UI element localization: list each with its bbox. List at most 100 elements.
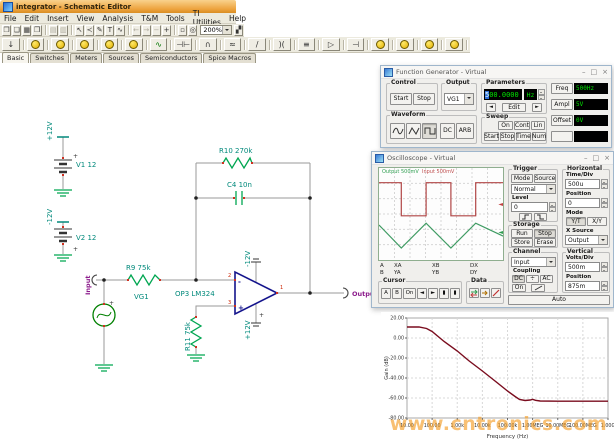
- label-c4[interactable]: C4 10n: [227, 181, 252, 189]
- oscilloscope-meter-button[interactable]: [445, 38, 463, 51]
- zoom-level-select[interactable]: 200%: [200, 25, 232, 35]
- tab-spice-macros[interactable]: Spice Macros: [203, 53, 256, 63]
- menu-insert[interactable]: Insert: [43, 14, 73, 23]
- transformer-button[interactable]: )(: [273, 38, 291, 51]
- fg-sweep-num-button[interactable]: Num: [532, 132, 546, 141]
- cursor-button-1[interactable]: B: [392, 288, 402, 299]
- close-icon[interactable]: ×: [604, 155, 610, 162]
- coupling-gnd-button[interactable]: ÷: [526, 275, 539, 283]
- menu-view[interactable]: View: [73, 14, 99, 23]
- data-clear-button[interactable]: [491, 288, 501, 298]
- chevron-down-icon[interactable]: [546, 185, 555, 193]
- fg-start-button[interactable]: Start: [390, 93, 412, 105]
- paste-button[interactable]: ▥: [59, 25, 68, 36]
- time-div-spinner[interactable]: [601, 179, 608, 189]
- fg-frequency-display[interactable]: 500.0000: [484, 89, 522, 100]
- resistor-r10[interactable]: [223, 158, 252, 168]
- wire-tool-button[interactable]: ∿: [115, 25, 124, 36]
- maximize-icon[interactable]: □: [591, 69, 598, 76]
- cursor-button-3[interactable]: ◄: [417, 288, 427, 299]
- fg-digit-left-button[interactable]: ◄: [486, 103, 496, 112]
- menu-edit[interactable]: Edit: [21, 14, 44, 23]
- voltage-generator-button[interactable]: [101, 38, 119, 51]
- tab-basic[interactable]: Basic: [2, 52, 29, 63]
- v-position-input[interactable]: 875m: [565, 281, 600, 291]
- tab-switches[interactable]: Switches: [30, 53, 69, 63]
- mode-yt-button[interactable]: Y/T: [566, 217, 586, 226]
- zoom-out-button[interactable]: −: [152, 25, 161, 36]
- label-r10[interactable]: R10 270k: [219, 147, 253, 155]
- open-folder-button[interactable]: ❒: [32, 25, 41, 36]
- relay-button[interactable]: ≡: [298, 38, 316, 51]
- capacitor-c4[interactable]: [236, 191, 242, 205]
- save-button[interactable]: ▦: [22, 25, 31, 36]
- data-copy-button[interactable]: [480, 288, 490, 298]
- h-position-spinner[interactable]: [601, 198, 608, 208]
- cursor-button-5[interactable]: ▮: [439, 288, 449, 299]
- resistor-r9[interactable]: [128, 275, 160, 285]
- fg-sweep-start-button[interactable]: Start: [484, 132, 499, 141]
- redo-button[interactable]: →: [142, 25, 151, 36]
- fg-edit-button[interactable]: Edit: [502, 103, 526, 112]
- fg-sweep-time-button[interactable]: Time: [516, 132, 531, 141]
- cursor-button-0[interactable]: A: [381, 288, 391, 299]
- battery-v1[interactable]: [54, 160, 72, 172]
- cursor-tool-button[interactable]: ↖: [75, 25, 84, 36]
- voltage-source-button[interactable]: [51, 38, 69, 51]
- auto-button[interactable]: Auto: [508, 295, 610, 305]
- battery-v2[interactable]: [54, 229, 72, 241]
- wattmeter-button[interactable]: [421, 38, 439, 51]
- resistor-r11[interactable]: [191, 317, 201, 347]
- fg-sweep-stop-button[interactable]: Stop: [500, 132, 515, 141]
- label-r9[interactable]: R9 75k: [126, 264, 151, 272]
- copy-button[interactable]: ▤: [49, 25, 58, 36]
- trigger-level-input[interactable]: 0: [511, 202, 548, 212]
- dc-button[interactable]: DC: [440, 123, 455, 139]
- trigger-mode-select[interactable]: Normal: [511, 184, 556, 194]
- opamp-button[interactable]: ▷: [322, 38, 340, 51]
- tab-sources[interactable]: Sources: [103, 53, 139, 63]
- coupling-ac-button[interactable]: AC: [540, 275, 553, 283]
- label-v2[interactable]: V2 12: [76, 234, 96, 242]
- time-div-input[interactable]: 500u: [565, 179, 600, 189]
- rising-edge-button[interactable]: [519, 213, 532, 221]
- volts-div-input[interactable]: 500m: [565, 262, 600, 272]
- label-r11[interactable]: R11 75k: [184, 321, 192, 351]
- cursor-button-2[interactable]: On: [403, 288, 416, 299]
- input-trace-marker[interactable]: ◄: [498, 202, 503, 208]
- io-view-button[interactable]: ▞: [234, 25, 243, 36]
- zoom-tool-button[interactable]: ◎: [188, 25, 197, 36]
- channel-on-button[interactable]: On: [512, 284, 526, 292]
- cursor-button-4[interactable]: ►: [428, 288, 438, 299]
- fg-readout-label-blank[interactable]: [551, 131, 573, 142]
- storage-store-button[interactable]: Store: [511, 238, 533, 247]
- fg-output-select[interactable]: VG1: [444, 93, 474, 105]
- potentiometer-button[interactable]: ≈: [224, 38, 242, 51]
- scope-title-bar[interactable]: Oscilloscope - Virtual – □ ×: [372, 152, 613, 165]
- ammeter-button[interactable]: [396, 38, 414, 51]
- menu-t-m[interactable]: T&M: [137, 14, 162, 23]
- channel-invert-button[interactable]: [531, 284, 545, 292]
- tab-semiconductors[interactable]: Semiconductors: [140, 53, 202, 63]
- falling-edge-button[interactable]: [534, 213, 547, 221]
- triangle-wave-button[interactable]: [406, 123, 421, 139]
- minimize-icon[interactable]: –: [582, 69, 586, 76]
- trigger-source-button[interactable]: Source: [534, 174, 556, 183]
- trigger-mode-button[interactable]: Mode: [511, 174, 533, 183]
- menu-help[interactable]: Help: [225, 14, 250, 23]
- text-tool-button[interactable]: T: [105, 25, 114, 36]
- h-position-input[interactable]: 0: [565, 198, 600, 208]
- maximize-icon[interactable]: □: [593, 155, 600, 162]
- close-icon[interactable]: ×: [602, 69, 608, 76]
- zoom-in-button[interactable]: +: [162, 25, 171, 36]
- select-tool-button[interactable]: ≺: [85, 25, 94, 36]
- fg-readout-label-offset[interactable]: Offset: [551, 115, 573, 126]
- new-file-button[interactable]: ❏: [12, 25, 21, 36]
- switch-button[interactable]: /: [248, 38, 266, 51]
- function-generator-window[interactable]: Function Generator - Virtual – □ × Contr…: [380, 65, 612, 148]
- minimize-icon[interactable]: –: [584, 155, 588, 162]
- label-vg1[interactable]: VG1: [134, 293, 149, 301]
- label-input[interactable]: Input: [84, 276, 92, 295]
- label-plus12v[interactable]: +12V: [46, 121, 54, 141]
- wire-arrow-tool-button[interactable]: ↓: [2, 38, 20, 51]
